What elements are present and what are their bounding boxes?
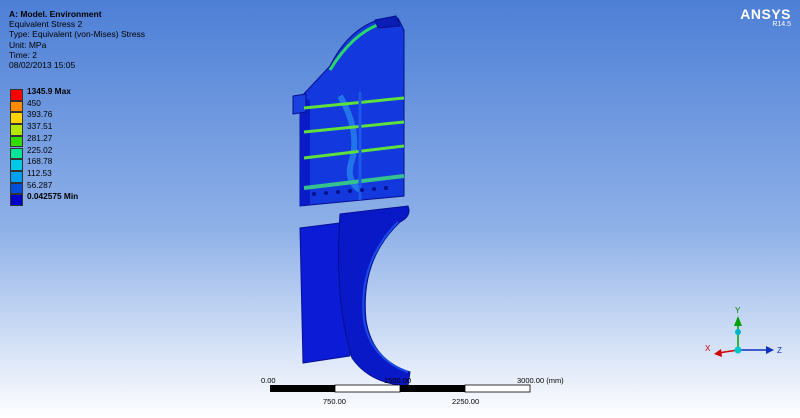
z-axis-label: Z [777, 346, 782, 355]
y-axis-arrow [734, 316, 742, 326]
scale-segment [334, 384, 401, 393]
scale-label-1500: 1500.00 [384, 376, 412, 385]
triad-center [735, 329, 741, 335]
scale-label-750: 750.00 [323, 397, 346, 406]
scale-segment [270, 385, 335, 392]
triad-origin [734, 346, 742, 354]
scale-segment [400, 385, 465, 392]
scale-label-3000: 3000.00 (mm) [517, 376, 564, 385]
scale-label-2250: 2250.00 [452, 397, 480, 406]
scale-label-0: 0.00 [261, 376, 276, 385]
x-axis-arrow [714, 349, 722, 357]
x-axis-label: X [705, 344, 711, 353]
axis-triad[interactable]: Y Z X [700, 300, 790, 370]
scale-bar [270, 384, 531, 393]
scale-segment [464, 384, 531, 393]
z-axis-arrow [766, 346, 774, 354]
y-axis-label: Y [735, 306, 741, 315]
